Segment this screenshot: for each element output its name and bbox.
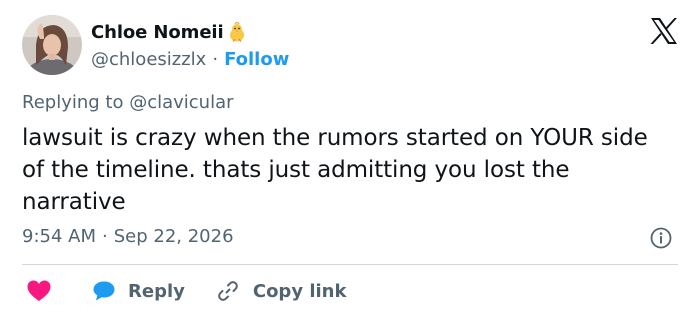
handle-separator: · bbox=[212, 48, 219, 70]
reply-label: Reply bbox=[128, 280, 185, 302]
info-icon[interactable] bbox=[650, 227, 672, 249]
replying-to-mention[interactable]: @clavicular bbox=[129, 92, 233, 113]
tweet-timestamp[interactable]: 9:54 AM · Sep 22, 2026 bbox=[22, 226, 234, 247]
replying-to-line: Replying to @clavicular bbox=[22, 92, 234, 113]
x-logo-icon[interactable] bbox=[650, 18, 678, 44]
replying-to-prefix: Replying to bbox=[22, 92, 130, 113]
reply-bubble-icon bbox=[92, 280, 116, 302]
tweet-text: lawsuit is crazy when the rumors started… bbox=[22, 125, 648, 215]
tweet-date: Sep 22, 2026 bbox=[113, 226, 234, 247]
action-bar: Reply Copy link bbox=[22, 276, 346, 306]
avatar[interactable] bbox=[22, 15, 82, 75]
heart-icon[interactable] bbox=[26, 279, 52, 303]
handle-row: @chloesizzlx · Follow bbox=[91, 46, 289, 72]
tweet-header: Chloe Nomeii @chloesizzlx · Follow bbox=[22, 15, 289, 75]
display-name-row: Chloe Nomeii bbox=[91, 18, 289, 46]
tweet-embed-card: Chloe Nomeii @chloesizzlx · Follow Reply… bbox=[0, 0, 700, 318]
copy-link-label: Copy link bbox=[252, 280, 347, 302]
follow-button[interactable]: Follow bbox=[224, 49, 289, 70]
author-names: Chloe Nomeii @chloesizzlx · Follow bbox=[91, 18, 289, 72]
baby-chick-icon bbox=[226, 21, 248, 43]
reply-button[interactable]: Reply bbox=[92, 280, 185, 302]
author-handle[interactable]: @chloesizzlx bbox=[91, 49, 206, 70]
display-name[interactable]: Chloe Nomeii bbox=[91, 22, 224, 43]
divider bbox=[22, 264, 678, 265]
tweet-time: 9:54 AM bbox=[22, 226, 96, 247]
link-icon bbox=[217, 280, 239, 302]
copy-link-button[interactable]: Copy link bbox=[217, 280, 347, 302]
timestamp-separator: · bbox=[102, 226, 108, 247]
